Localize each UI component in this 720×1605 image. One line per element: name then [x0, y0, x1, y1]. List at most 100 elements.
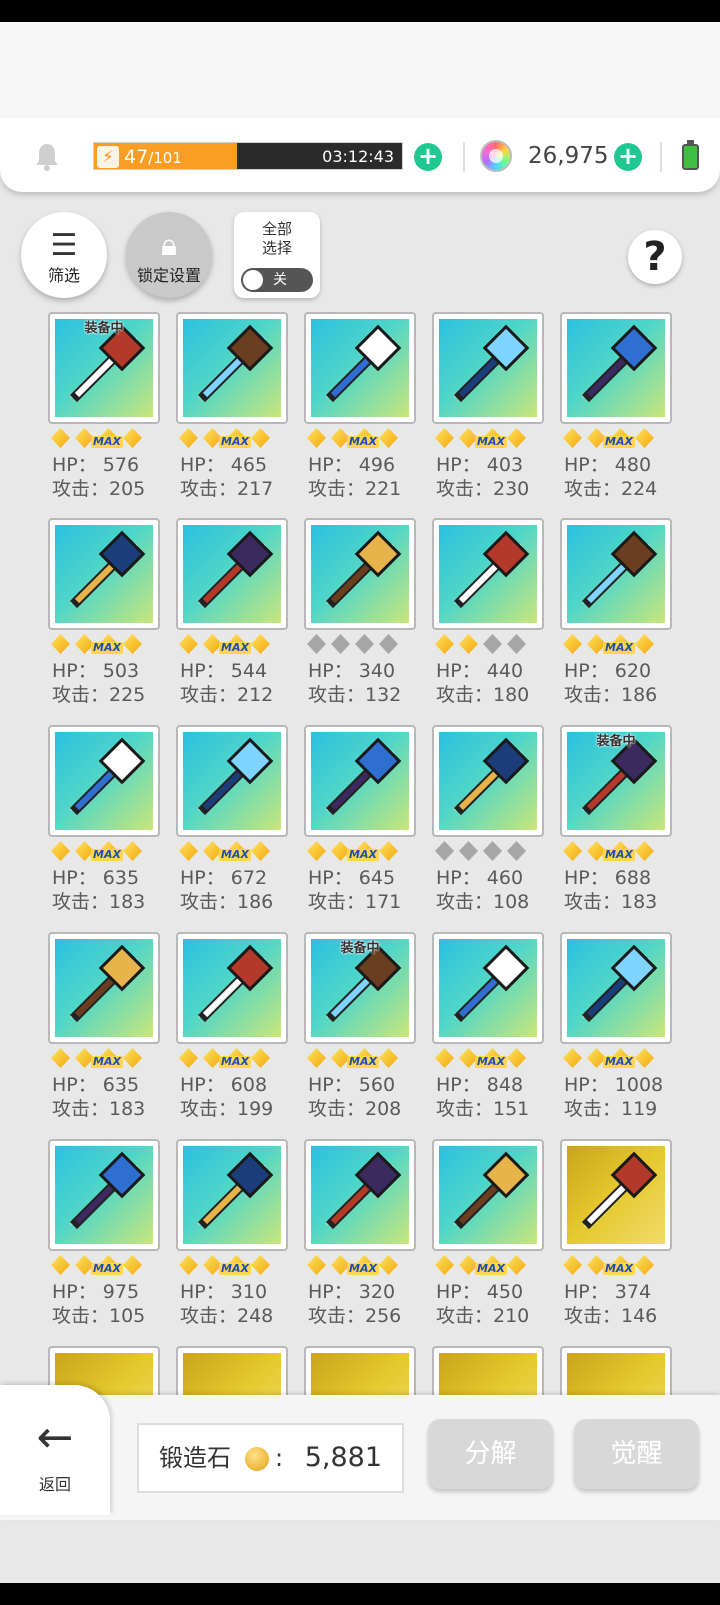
- max-badge: MAX: [475, 1262, 507, 1275]
- equipment-item[interactable]: MAX HP： 465 攻击：217: [176, 312, 288, 512]
- equipment-card-bg: [311, 1146, 409, 1244]
- shield-icon: [453, 944, 530, 1023]
- equipment-item[interactable]: MAX HP： 635 攻击：183: [48, 932, 160, 1132]
- equipment-item[interactable]: 装备中 MAX HP： 576 攻击：205: [48, 312, 160, 512]
- item-hp: HP： 440: [436, 660, 524, 682]
- equipment-item[interactable]: MAX HP： 450 攻击：210: [432, 1139, 544, 1339]
- equipment-card[interactable]: [432, 932, 544, 1044]
- select-all-label: 全部 选择: [261, 220, 292, 257]
- equipment-card-bg: [567, 1353, 665, 1395]
- system-nav-bar: [0, 1583, 720, 1605]
- gold-star-icon: [307, 428, 326, 448]
- equipment-item[interactable]: MAX HP： 403 攻击：230: [432, 312, 544, 512]
- equipment-item[interactable]: [560, 1346, 672, 1395]
- equipment-item[interactable]: MAX HP： 503 攻击：225: [48, 518, 160, 718]
- awaken-button[interactable]: 觉醒: [574, 1419, 699, 1489]
- equipment-item[interactable]: HP： 340 攻击：132: [304, 518, 416, 718]
- gold-star-icon: [179, 841, 198, 861]
- equipment-item[interactable]: MAX HP： 374 攻击：146: [560, 1139, 672, 1339]
- spellbook-icon: [69, 737, 146, 816]
- star-rating: MAX: [435, 428, 531, 450]
- equipment-card[interactable]: [176, 518, 288, 630]
- equipment-item[interactable]: MAX HP： 620 攻击：186: [560, 518, 672, 718]
- equipment-item[interactable]: MAX HP： 496 攻击：221: [304, 312, 416, 512]
- equipment-item[interactable]: MAX HP： 310 攻击：248: [176, 1139, 288, 1339]
- equipment-item[interactable]: [176, 1346, 288, 1395]
- item-hp: HP： 480: [564, 454, 652, 476]
- equipment-card[interactable]: [176, 312, 288, 424]
- item-hp: HP： 503: [52, 660, 140, 682]
- gold-star-icon: [379, 841, 398, 861]
- equipment-card[interactable]: [304, 725, 416, 837]
- equipment-card[interactable]: [432, 1139, 544, 1251]
- equipment-card[interactable]: [48, 725, 160, 837]
- equipment-card-bg: [311, 525, 409, 623]
- equipment-item[interactable]: HP： 440 攻击：180: [432, 518, 544, 718]
- equipment-card[interactable]: [48, 1139, 160, 1251]
- equipment-card[interactable]: 装备中: [304, 932, 416, 1044]
- item-attack: 攻击：119: [564, 1098, 658, 1120]
- equipment-card[interactable]: [304, 1346, 416, 1395]
- item-hp: HP： 672: [180, 867, 268, 889]
- claws-icon: [69, 1151, 146, 1230]
- equipment-card[interactable]: [432, 1346, 544, 1395]
- item-hp: HP： 848: [436, 1074, 524, 1096]
- equipment-item[interactable]: [304, 1346, 416, 1395]
- equipment-item[interactable]: MAX HP： 544 攻击：212: [176, 518, 288, 718]
- shark-icon: [197, 944, 274, 1023]
- equipment-card[interactable]: [176, 725, 288, 837]
- equipment-item[interactable]: MAX HP： 645 攻击：171: [304, 725, 416, 925]
- help-button[interactable]: ?: [628, 230, 682, 284]
- equipment-card[interactable]: [432, 725, 544, 837]
- equipment-item[interactable]: MAX HP： 480 攻击：224: [560, 312, 672, 512]
- item-attack: 攻击：146: [564, 1305, 658, 1327]
- equipment-card[interactable]: [304, 1139, 416, 1251]
- equipment-item[interactable]: MAX HP： 848 攻击：151: [432, 932, 544, 1132]
- equipment-card[interactable]: [304, 518, 416, 630]
- equipment-item[interactable]: MAX HP： 608 攻击：199: [176, 932, 288, 1132]
- gray-star-icon: [483, 841, 502, 861]
- equipment-item[interactable]: MAX HP： 975 攻击：105: [48, 1139, 160, 1339]
- equipment-item[interactable]: MAX HP： 320 攻击：256: [304, 1139, 416, 1339]
- equipment-card[interactable]: [48, 518, 160, 630]
- equipment-item[interactable]: 装备中 MAX HP： 560 攻击：208: [304, 932, 416, 1132]
- equipment-card[interactable]: [560, 312, 672, 424]
- equipment-card[interactable]: 装备中: [560, 725, 672, 837]
- equipment-card[interactable]: [48, 932, 160, 1044]
- equipment-card[interactable]: [432, 518, 544, 630]
- equipment-item[interactable]: HP： 460 攻击：108: [432, 725, 544, 925]
- equipment-item[interactable]: MAX HP： 672 攻击：186: [176, 725, 288, 925]
- filter-button[interactable]: ☰ 筛选: [21, 212, 107, 298]
- gold-star-icon: [507, 1255, 526, 1275]
- decompose-button[interactable]: 分解: [428, 1419, 553, 1489]
- equipment-card[interactable]: [176, 932, 288, 1044]
- star-rating: MAX: [307, 841, 403, 863]
- gray-star-icon: [507, 841, 526, 861]
- equipment-card-bg: [183, 939, 281, 1037]
- back-button[interactable]: ← 返回: [0, 1385, 110, 1515]
- equipment-card[interactable]: [432, 312, 544, 424]
- equipment-card[interactable]: [176, 1139, 288, 1251]
- gray-star-icon: [459, 841, 478, 861]
- equipment-card[interactable]: [560, 1346, 672, 1395]
- gold-star-icon: [635, 634, 654, 654]
- equipment-item[interactable]: MAX HP： 635 攻击：183: [48, 725, 160, 925]
- equipment-card[interactable]: [560, 518, 672, 630]
- lock-settings-button[interactable]: 🔒︎ 锁定设置: [126, 212, 212, 298]
- equipment-item[interactable]: 装备中 MAX HP： 688 攻击：183: [560, 725, 672, 925]
- equipment-item[interactable]: MAX HP： 1008 攻击：119: [560, 932, 672, 1132]
- equipment-card[interactable]: [304, 312, 416, 424]
- equipment-card-bg: [439, 939, 537, 1037]
- select-all-toggle[interactable]: 关: [241, 268, 313, 292]
- equipment-card[interactable]: 装备中: [48, 312, 160, 424]
- max-badge: MAX: [219, 1055, 251, 1068]
- equipment-card[interactable]: [560, 1139, 672, 1251]
- gold-star-icon: [435, 428, 454, 448]
- gold-star-icon: [435, 1048, 454, 1068]
- equipment-item[interactable]: [432, 1346, 544, 1395]
- equipment-card[interactable]: [176, 1346, 288, 1395]
- gold-star-icon: [563, 634, 582, 654]
- equipment-card-bg: [55, 1146, 153, 1244]
- equipment-card[interactable]: [560, 932, 672, 1044]
- equipment-card-bg: [55, 939, 153, 1037]
